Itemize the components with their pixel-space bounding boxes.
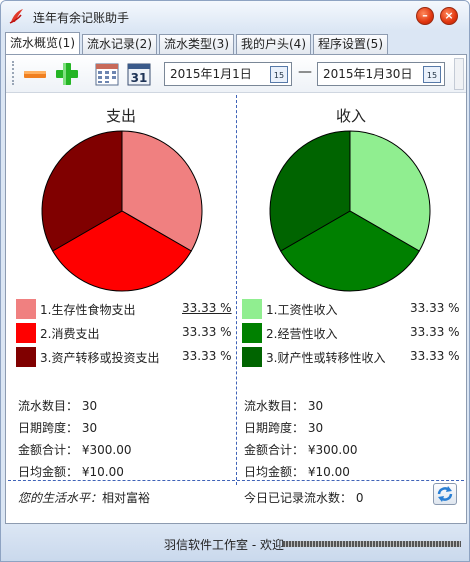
date-from-picker[interactable]: 2015年1月1日 15 <box>164 62 292 86</box>
refresh-button[interactable] <box>433 483 457 505</box>
close-button[interactable]: × <box>440 7 458 25</box>
legend-label: 2.消费支出 <box>40 327 100 341</box>
living-standard-label: 您的生活水平： <box>18 491 103 505</box>
calendar-grid-icon[interactable] <box>94 61 120 87</box>
date-to-picker[interactable]: 2015年1月30日 15 <box>317 62 445 86</box>
legend-swatch <box>242 323 262 343</box>
footer-divider <box>8 480 464 481</box>
expense-legend-item: 1.生存性食物支出 33.33 % <box>16 299 232 319</box>
plus-icon[interactable] <box>54 61 80 87</box>
today-record-label: 今日已记录流水数： <box>244 491 353 505</box>
calendar-31-label: 31 <box>131 71 148 85</box>
refresh-icon <box>437 486 453 502</box>
living-standard: 您的生活水平：相对富裕 <box>18 489 150 506</box>
legend-label: 1.工资性收入 <box>266 303 338 317</box>
toolbar: 31 2015年1月1日 15 — 2015年1月30日 15 <box>6 55 466 93</box>
window-title: 连年有余记账助手 <box>33 11 130 25</box>
legend-label: 3.资产转移或投资支出 <box>40 351 160 365</box>
app-logo-icon <box>9 9 23 24</box>
legend-percent: 33.33 % <box>410 325 460 339</box>
minus-icon[interactable] <box>22 61 48 87</box>
status-text: 羽信软件工作室 - 欢迎 <box>164 538 284 552</box>
expense-stat-daily: 日均金额： ¥10.00 <box>18 465 124 479</box>
expense-stat-count: 流水数目： 30 <box>18 399 98 413</box>
income-legend-item: 2.经营性收入 33.33 % <box>242 323 464 343</box>
legend-percent: 33.33 % <box>182 349 232 363</box>
income-pie-chart <box>269 130 431 292</box>
legend-label: 1.生存性食物支出 <box>40 303 136 317</box>
tab-overview[interactable]: 流水概览(1) <box>5 32 80 54</box>
legend-swatch <box>16 299 36 319</box>
date-to-calendar-icon[interactable]: 15 <box>423 66 441 83</box>
expense-pie-chart <box>41 130 203 292</box>
tab-settings[interactable]: 程序设置(5) <box>313 34 388 54</box>
legend-label: 2.经营性收入 <box>266 327 338 341</box>
minimize-button[interactable]: – <box>416 7 434 25</box>
today-record-count: 今日已记录流水数： 0 <box>244 489 363 506</box>
legend-percent: 33.33 % <box>182 325 232 339</box>
title-bar: 连年有余记账助手 – × <box>1 1 469 31</box>
expense-legend-item: 2.消费支出 33.33 % <box>16 323 232 343</box>
income-stat-daily: 日均金额： ¥10.00 <box>244 465 350 479</box>
calendar-31-icon[interactable]: 31 <box>126 61 152 87</box>
column-divider <box>236 95 237 485</box>
legend-swatch <box>16 347 36 367</box>
tab-accounts[interactable]: 我的户头(4) <box>236 34 311 54</box>
date-from-value: 2015年1月1日 <box>170 67 252 81</box>
tab-types[interactable]: 流水类型(3) <box>159 34 234 54</box>
legend-swatch <box>16 323 36 343</box>
income-stat-span: 日期跨度： 30 <box>244 421 324 435</box>
income-title: 收入 <box>335 107 366 125</box>
legend-percent[interactable]: 33.33 % <box>182 301 232 315</box>
legend-percent: 33.33 % <box>410 349 460 363</box>
expense-stat-total: 金额合计： ¥300.00 <box>18 443 132 457</box>
legend-label: 3.财产性或转移性收入 <box>266 351 386 365</box>
expense-title: 支出 <box>105 107 136 125</box>
income-legend-item: 3.财产性或转移性收入 33.33 % <box>242 347 464 367</box>
date-from-calendar-icon[interactable]: 15 <box>270 66 288 83</box>
legend-swatch <box>242 347 262 367</box>
overview-panel: 31 2015年1月1日 15 — 2015年1月30日 15 支出 收入 1.… <box>5 54 467 524</box>
today-record-value: 0 <box>355 491 364 505</box>
date-to-value: 2015年1月30日 <box>323 67 413 81</box>
living-standard-value: 相对富裕 <box>102 491 151 505</box>
income-stat-count: 流水数目： 30 <box>244 399 324 413</box>
status-marquee <box>283 541 461 547</box>
legend-percent: 33.33 % <box>410 301 460 315</box>
income-stat-total: 金额合计： ¥300.00 <box>244 443 358 457</box>
app-window: 连年有余记账助手 – × 流水概览(1) 流水记录(2) 流水类型(3) 我的户… <box>0 0 470 562</box>
toolbar-scroll[interactable] <box>454 58 464 90</box>
status-bar: 羽信软件工作室 - 欢迎 <box>1 525 469 561</box>
income-legend-item: 1.工资性收入 33.33 % <box>242 299 464 319</box>
expense-legend-item: 3.资产转移或投资支出 33.33 % <box>16 347 232 367</box>
date-range-separator: — <box>298 64 312 80</box>
expense-stat-span: 日期跨度： 30 <box>18 421 98 435</box>
legend-swatch <box>242 299 262 319</box>
toolbar-grip[interactable] <box>12 61 15 85</box>
tab-records[interactable]: 流水记录(2) <box>82 34 157 54</box>
